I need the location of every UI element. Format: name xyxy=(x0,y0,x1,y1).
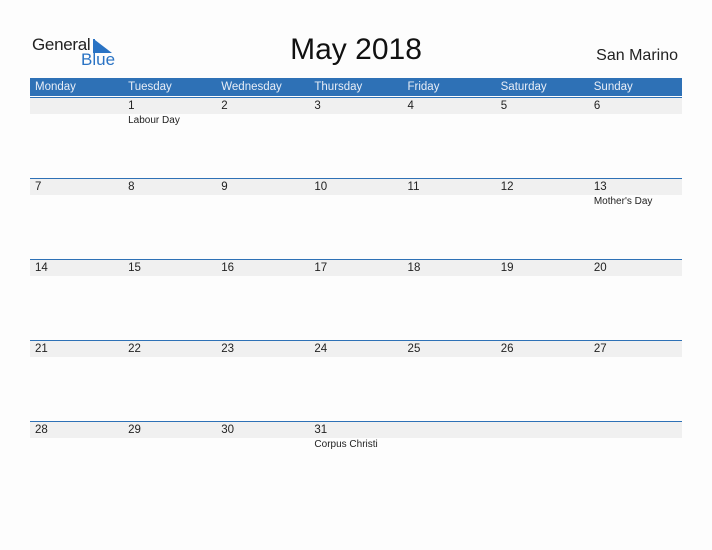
day-cell: 3 xyxy=(309,97,402,178)
day-number: 5 xyxy=(500,100,508,112)
weekday-wednesday: Wednesday xyxy=(221,81,282,93)
weekday-saturday: Saturday xyxy=(500,81,547,93)
weekday-tuesday: Tuesday xyxy=(128,81,172,93)
day-cell: 13 Mother's Day xyxy=(589,178,682,259)
day-number: 24 xyxy=(314,343,328,355)
day-number: 30 xyxy=(221,424,235,436)
holiday-label: Mother's Day xyxy=(593,196,653,207)
day-number: 31 xyxy=(314,424,328,436)
day-cell: 6 xyxy=(589,97,682,178)
day-number: 11 xyxy=(407,181,420,193)
day-number: 26 xyxy=(500,343,514,355)
weekday-sunday: Sunday xyxy=(593,81,633,93)
day-number: 13 xyxy=(593,181,607,193)
day-number: 20 xyxy=(593,262,607,274)
day-cell: 1 Labour Day xyxy=(123,97,216,178)
day-number: 2 xyxy=(221,100,228,112)
day-number: 15 xyxy=(128,262,141,274)
day-number: 25 xyxy=(407,343,421,355)
day-cell: 18 xyxy=(403,259,496,340)
holiday-label: Labour Day xyxy=(128,115,180,126)
day-number: 29 xyxy=(128,424,141,436)
week-row: 28 29 30 31 Corpus Christi xyxy=(30,421,682,502)
day-cell: 8 xyxy=(123,178,216,259)
weekday-friday: Friday xyxy=(407,81,440,93)
day-cell: 30 xyxy=(216,421,309,502)
day-cell: 26 xyxy=(496,340,589,421)
day-cell: 10 xyxy=(309,178,402,259)
day-cell: 25 xyxy=(403,340,496,421)
day-number: 23 xyxy=(221,343,235,355)
day-cell: 15 xyxy=(123,259,216,340)
day-cell: 21 xyxy=(30,340,123,421)
weekday-header: Monday Tuesday Wednesday Thursday Friday… xyxy=(30,78,682,96)
day-cell: 19 xyxy=(496,259,589,340)
day-number: 28 xyxy=(35,424,48,436)
country-label: San Marino xyxy=(596,47,678,64)
day-number: 1 xyxy=(128,100,135,112)
day-number: 14 xyxy=(35,262,48,274)
day-cell: 5 xyxy=(496,97,589,178)
day-number: 10 xyxy=(314,181,328,193)
weekday-thursday: Thursday xyxy=(314,81,363,93)
day-number: 6 xyxy=(593,100,601,112)
day-number: 12 xyxy=(500,181,514,193)
day-number: 22 xyxy=(128,343,141,355)
holiday-label: Corpus Christi xyxy=(314,439,378,450)
week-row: 21 22 23 24 25 26 27 xyxy=(30,340,682,421)
day-number: 4 xyxy=(407,100,414,112)
day-number: 21 xyxy=(35,343,48,355)
day-number: 27 xyxy=(593,343,607,355)
day-number: 16 xyxy=(221,262,235,274)
week-row: 7 8 9 10 11 12 13 Mother's Day xyxy=(30,178,682,259)
day-number: 18 xyxy=(407,262,421,274)
week-row: 1 Labour Day 2 3 4 5 6 xyxy=(30,97,682,178)
day-number: 19 xyxy=(500,262,514,274)
day-number: 8 xyxy=(128,181,135,193)
day-cell xyxy=(589,421,682,502)
day-cell: 9 xyxy=(216,178,309,259)
day-cell: 28 xyxy=(30,421,123,502)
day-cell: 4 xyxy=(403,97,496,178)
day-cell: 16 xyxy=(216,259,309,340)
day-cell: 2 xyxy=(216,97,309,178)
day-cell: 17 xyxy=(309,259,402,340)
day-cell xyxy=(403,421,496,502)
day-cell xyxy=(30,97,123,178)
day-cell xyxy=(496,421,589,502)
day-cell: 20 xyxy=(589,259,682,340)
day-number: 3 xyxy=(314,100,321,112)
day-cell: 29 xyxy=(123,421,216,502)
day-cell: 27 xyxy=(589,340,682,421)
day-cell: 24 xyxy=(309,340,402,421)
day-cell: 31 Corpus Christi xyxy=(309,421,402,502)
day-cell: 14 xyxy=(30,259,123,340)
weekday-monday: Monday xyxy=(35,81,76,93)
day-cell: 12 xyxy=(496,178,589,259)
day-number: 7 xyxy=(35,181,42,193)
week-row: 14 15 16 17 18 19 20 xyxy=(30,259,682,340)
day-cell: 7 xyxy=(30,178,123,259)
day-cell: 22 xyxy=(123,340,216,421)
day-cell: 23 xyxy=(216,340,309,421)
day-number: 9 xyxy=(221,181,228,193)
day-number: 17 xyxy=(314,262,328,274)
day-cell: 11 xyxy=(403,178,496,259)
